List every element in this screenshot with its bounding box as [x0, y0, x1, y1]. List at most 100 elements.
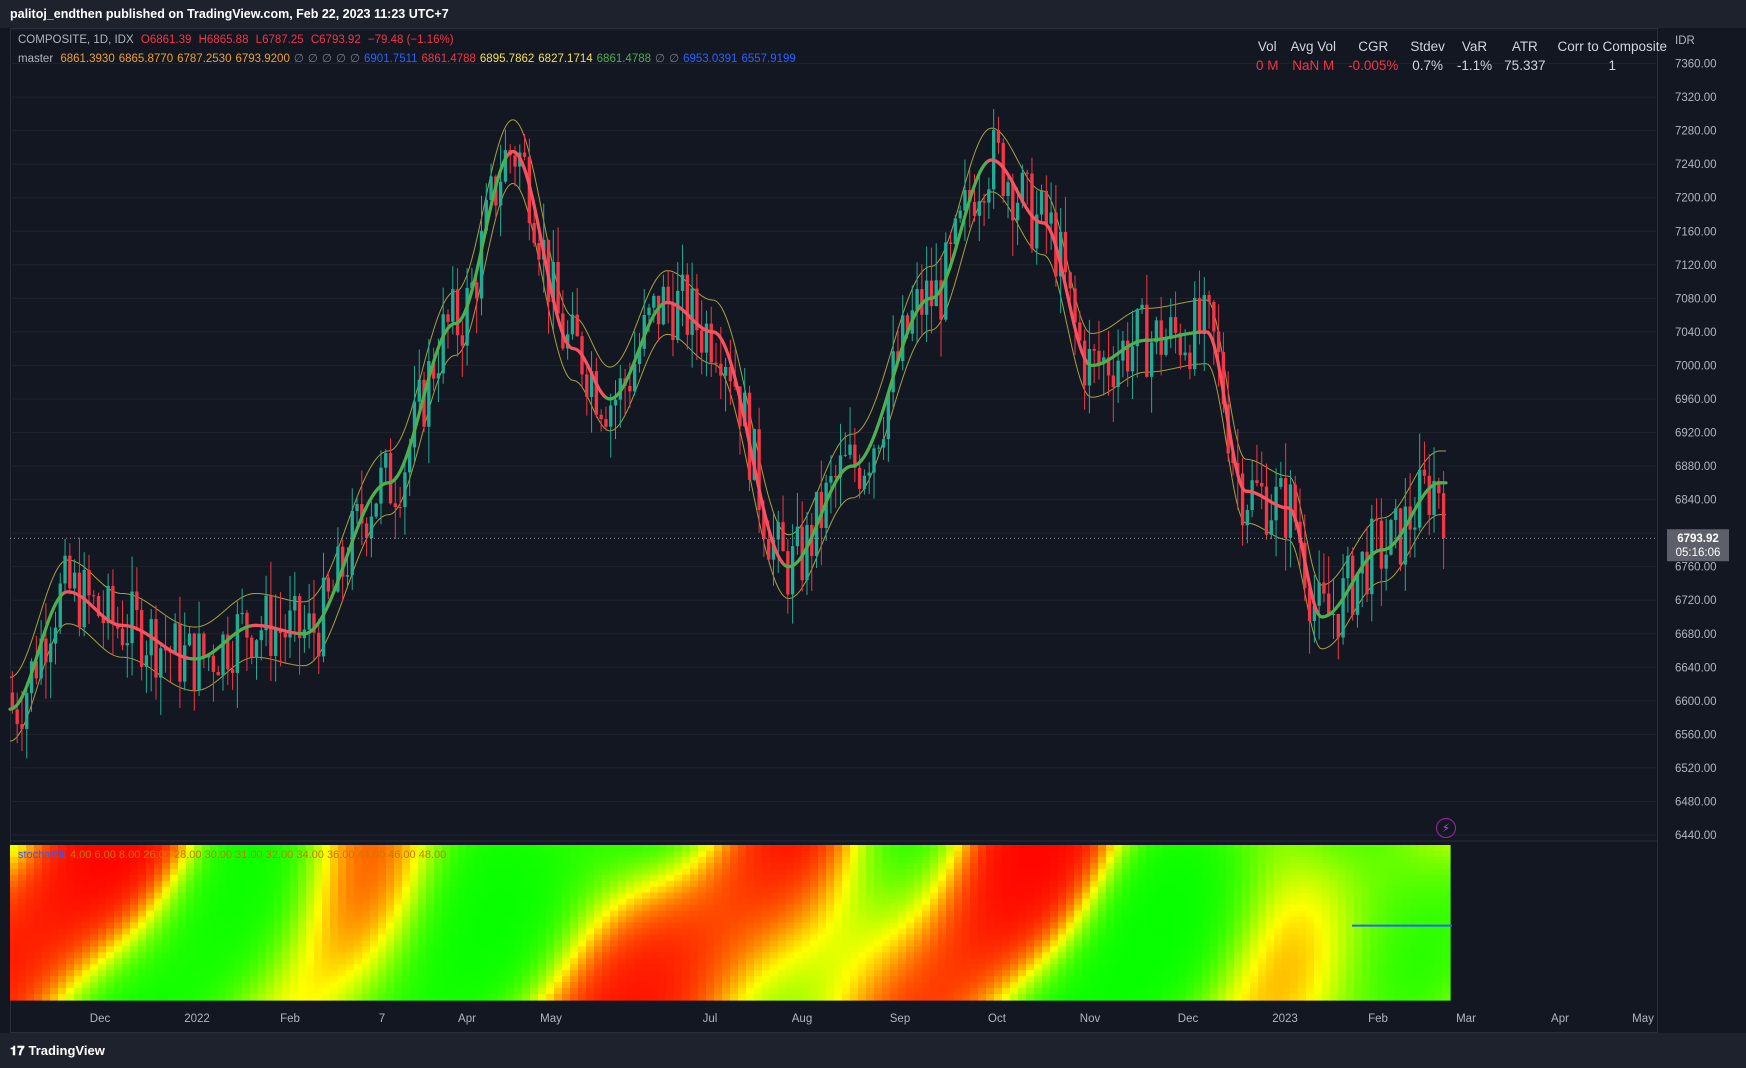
- heat-cell: [138, 862, 147, 870]
- heat-cell: [714, 988, 723, 995]
- heat-cell: [42, 982, 51, 989]
- candle-body: [647, 307, 651, 316]
- heat-cell: [50, 910, 59, 918]
- heat-cell: [82, 976, 91, 983]
- heat-cell: [402, 874, 411, 882]
- heat-cell: [34, 892, 43, 900]
- heat-cell: [474, 946, 483, 953]
- heat-cell: [202, 982, 211, 989]
- heat-cell: [978, 845, 987, 852]
- heat-cell: [602, 940, 611, 947]
- heat-cell: [122, 976, 131, 983]
- heat-cell: [1018, 976, 1027, 983]
- heat-cell: [290, 988, 299, 995]
- heat-cell: [306, 874, 315, 882]
- candle-body: [436, 373, 441, 379]
- heat-cell: [210, 886, 219, 894]
- heat-cell: [306, 904, 315, 912]
- price-chart[interactable]: 50.0040.0030.0020.0010.000.00 6440.00648…: [0, 0, 1746, 1068]
- heat-cell: [522, 940, 531, 947]
- heat-cell: [602, 880, 611, 888]
- heat-cell: [882, 898, 891, 906]
- heat-cell: [578, 934, 587, 941]
- heat-cell: [658, 904, 667, 912]
- heat-cell: [730, 934, 739, 941]
- heat-cell: [674, 898, 683, 906]
- heat-cell: [266, 892, 275, 900]
- heat-cell: [186, 934, 195, 941]
- heat-cell: [50, 982, 59, 989]
- heat-cell: [250, 880, 259, 888]
- heat-cell: [146, 988, 155, 995]
- heat-cell: [538, 874, 547, 882]
- heat-cell: [266, 940, 275, 947]
- heat-cell: [1042, 916, 1051, 924]
- heat-cell: [378, 886, 387, 894]
- heat-cell: [666, 898, 675, 906]
- heat-cell: [130, 970, 139, 977]
- heat-cell: [466, 940, 475, 947]
- heat-cell: [274, 904, 283, 912]
- heat-cell: [890, 988, 899, 995]
- heat-cell: [1010, 922, 1019, 930]
- heat-cell: [418, 892, 427, 900]
- heat-cell: [834, 898, 843, 906]
- heat-cell: [466, 904, 475, 912]
- heat-cell: [778, 910, 787, 918]
- heat-cell: [874, 922, 883, 930]
- heat-cell: [290, 874, 299, 882]
- heat-cell: [522, 868, 531, 876]
- heat-cell: [962, 976, 971, 983]
- heat-cell: [906, 856, 915, 864]
- heat-cell: [226, 880, 235, 888]
- heat-cell: [434, 922, 443, 930]
- heat-cell: [242, 874, 251, 882]
- heat-cell: [610, 845, 619, 852]
- heat-cell: [930, 988, 939, 995]
- heat-cell: [842, 916, 851, 924]
- heat-cell: [1090, 856, 1099, 864]
- heat-cell: [386, 946, 395, 953]
- heat-cell: [26, 934, 35, 941]
- heat-cell: [1098, 904, 1107, 912]
- heat-cell: [194, 970, 203, 977]
- heat-cell: [954, 916, 963, 924]
- heat-cell: [738, 904, 747, 912]
- heat-cell: [834, 964, 843, 971]
- heat-cell: [1114, 904, 1123, 912]
- heat-cell: [146, 994, 155, 1001]
- heat-cell: [122, 994, 131, 1001]
- heat-cell: [322, 916, 331, 924]
- heat-cell: [354, 916, 363, 924]
- heat-cell: [42, 928, 51, 936]
- heat-cell: [114, 988, 123, 995]
- heat-cell: [474, 958, 483, 965]
- heat-cell: [66, 880, 75, 888]
- heat-cell: [618, 940, 627, 947]
- heat-cell: [698, 850, 707, 858]
- heat-cell: [802, 892, 811, 900]
- heat-cell: [298, 922, 307, 930]
- heat-cell: [354, 868, 363, 876]
- heat-cell: [858, 892, 867, 900]
- heat-cell: [258, 952, 267, 959]
- heat-cell: [1010, 874, 1019, 882]
- heat-cell: [1098, 982, 1107, 989]
- heat-cell: [354, 886, 363, 894]
- heat-cell: [322, 880, 331, 888]
- heat-cell: [194, 868, 203, 876]
- candle-body: [1269, 520, 1273, 535]
- heat-cell: [1074, 880, 1083, 888]
- heat-cell: [346, 916, 355, 924]
- heat-cell: [386, 988, 395, 995]
- heat-cell: [10, 862, 19, 870]
- heat-cell: [418, 862, 427, 870]
- heat-cell: [1074, 886, 1083, 894]
- heat-cell: [1114, 845, 1123, 852]
- heat-cell: [546, 904, 555, 912]
- heat-cell: [978, 910, 987, 918]
- heat-cell: [266, 874, 275, 882]
- heat-cell: [178, 898, 187, 906]
- heat-cell: [346, 892, 355, 900]
- heat-cell: [114, 886, 123, 894]
